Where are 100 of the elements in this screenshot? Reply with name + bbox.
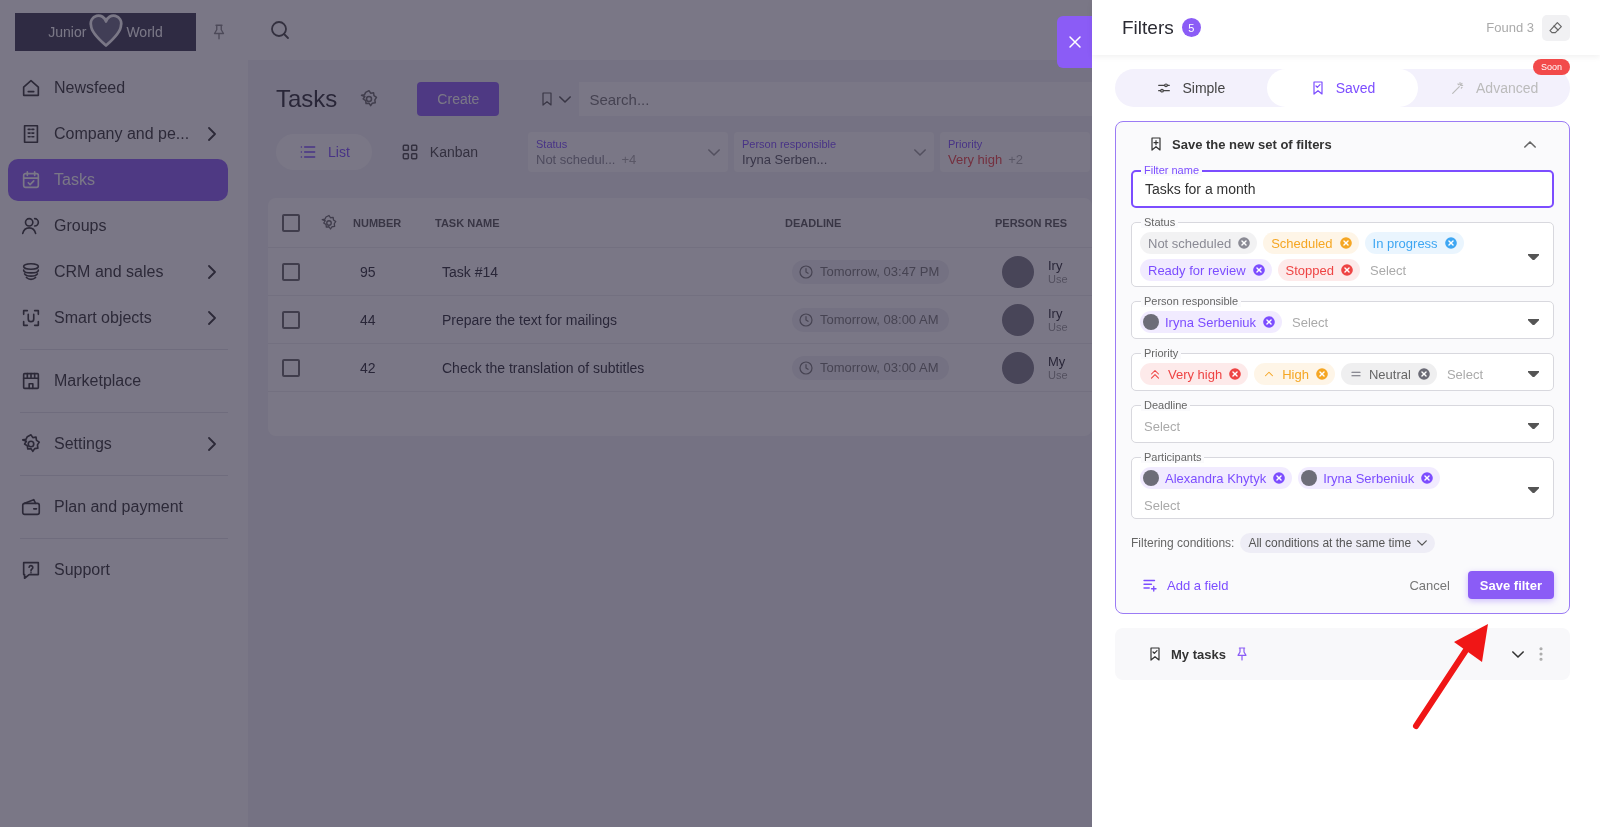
select-placeholder: Select — [1369, 262, 1407, 278]
bookmark-plus-icon — [1148, 136, 1164, 152]
panel-title: Filters — [1122, 16, 1174, 39]
column-header: PERSON RES — [995, 216, 1069, 229]
saved-filter[interactable]: My tasks — [1115, 628, 1570, 680]
person-name: Iry — [1048, 258, 1064, 273]
table-cell-text: Check the translation of subtitles — [442, 359, 646, 376]
select-placeholder: Select — [1143, 497, 1182, 513]
tag[interactable]: High — [1254, 363, 1335, 385]
close-button[interactable] — [1057, 16, 1092, 68]
settings-icon[interactable] — [320, 213, 338, 232]
tag[interactable]: Not scheduled — [1140, 232, 1258, 254]
soon-badge: Soon — [1532, 59, 1570, 75]
filter-label: Person responsible — [742, 137, 838, 150]
tag[interactable]: Scheduled — [1263, 232, 1359, 254]
avatar — [1002, 351, 1034, 384]
add-field-button[interactable]: Add a field — [1141, 576, 1229, 594]
filter-value: Very high — [948, 151, 1003, 167]
checkbox[interactable] — [282, 213, 300, 232]
field-label: Priority — [1141, 347, 1182, 359]
view-tab[interactable]: List — [276, 134, 372, 170]
avatar — [1143, 314, 1159, 330]
tag[interactable]: Iryna Serbeniuk — [1140, 311, 1283, 333]
card-title: Save the new set of filters — [1172, 136, 1332, 152]
double-chevron-up-icon — [1148, 367, 1162, 381]
clear-button[interactable] — [1542, 14, 1570, 41]
checkbox[interactable] — [282, 262, 300, 281]
coins-icon — [20, 261, 42, 283]
filter-dropdown[interactable]: Person responsible Iryna Serben... — [734, 132, 934, 172]
search-icon[interactable] — [268, 18, 292, 42]
tag[interactable]: Ready for review — [1140, 259, 1272, 281]
remove-icon[interactable] — [1340, 263, 1354, 277]
checkbox[interactable] — [282, 358, 300, 377]
chevron-right-icon — [208, 127, 216, 141]
avatar — [1143, 470, 1159, 486]
tag[interactable]: Iryna Serbeniuk — [1298, 467, 1441, 489]
tag[interactable]: Stopped — [1277, 259, 1360, 281]
remove-icon[interactable] — [1251, 263, 1266, 277]
sidebar-item[interactable]: Smart objects — [8, 297, 228, 339]
remove-icon[interactable] — [1443, 236, 1458, 250]
table-cell-text: 44 — [360, 311, 377, 328]
clock-icon — [798, 359, 814, 376]
chevron-right-icon — [208, 265, 216, 279]
chevron-down-icon[interactable] — [1512, 650, 1524, 658]
filter-label: Status — [536, 137, 569, 150]
chevron-down-icon — [1417, 540, 1428, 546]
tag[interactable]: Alexandra Khytyk — [1140, 467, 1293, 489]
chevron-down-icon — [559, 95, 572, 103]
sidebar-item[interactable]: CRM and sales — [8, 251, 228, 293]
field-label: Deadline — [1141, 399, 1191, 411]
sidebar-item[interactable]: Newsfeed — [8, 67, 228, 109]
person-name: My — [1048, 354, 1067, 369]
cancel-button[interactable]: Cancel — [1409, 577, 1450, 593]
sidebar-item[interactable]: Company and pe... — [8, 113, 228, 155]
caret-down-icon — [1528, 487, 1539, 493]
save-filter-button[interactable]: Save filter — [1467, 571, 1554, 599]
field-label: Filter name — [1141, 164, 1203, 176]
chevron-down-icon — [914, 148, 926, 156]
page-title: Tasks — [276, 85, 338, 113]
checkbox[interactable] — [282, 310, 300, 329]
tab[interactable]: Simple — [1115, 69, 1267, 107]
sidebar-item[interactable]: Support — [8, 549, 228, 591]
remove-icon[interactable] — [1416, 367, 1431, 381]
remove-icon[interactable] — [1272, 471, 1287, 485]
conditions-label: Filtering conditions: — [1131, 536, 1235, 550]
clock-icon — [798, 263, 814, 280]
sidebar-item[interactable]: Plan and payment — [8, 486, 228, 528]
heart-icon — [88, 14, 125, 50]
select-placeholder: Select — [1291, 314, 1329, 330]
filter-label: Priority — [948, 137, 984, 150]
avatar — [1002, 303, 1034, 336]
settings-icon[interactable] — [359, 89, 380, 109]
view-tab[interactable]: Kanban — [377, 134, 501, 170]
remove-icon[interactable] — [1262, 315, 1277, 329]
remove-icon[interactable] — [1228, 367, 1243, 381]
caret-down-icon — [1528, 423, 1539, 429]
filter-value: Iryna Serben... — [742, 151, 828, 167]
bookmark-icon — [1147, 646, 1163, 662]
eraser-icon — [1548, 19, 1564, 36]
column-header: TASK NAME — [435, 216, 501, 229]
calendar-icon — [20, 169, 42, 191]
store-icon — [20, 370, 42, 392]
field-label: Person responsible — [1141, 295, 1242, 307]
sidebar-item[interactable]: Settings — [8, 423, 228, 465]
chevron-up-icon[interactable] — [1524, 140, 1536, 148]
tag[interactable]: Very high — [1140, 363, 1249, 385]
scan-icon — [20, 307, 42, 329]
remove-icon[interactable] — [1420, 471, 1435, 485]
help-icon — [20, 559, 42, 581]
tag[interactable]: In progress — [1364, 232, 1464, 254]
avatar — [1301, 470, 1318, 486]
conditions-dropdown[interactable]: All conditions at the same time — [1240, 533, 1436, 553]
tab[interactable]: Saved — [1266, 69, 1419, 107]
sidebar-item[interactable]: Groups — [8, 205, 228, 247]
column-header: NUMBER — [353, 216, 403, 229]
table-cell-text: 95 — [360, 263, 377, 280]
sidebar-item[interactable]: Marketplace — [8, 360, 228, 402]
remove-icon[interactable] — [1237, 236, 1252, 250]
users-icon — [20, 215, 42, 237]
tag[interactable]: Neutral — [1340, 363, 1437, 385]
